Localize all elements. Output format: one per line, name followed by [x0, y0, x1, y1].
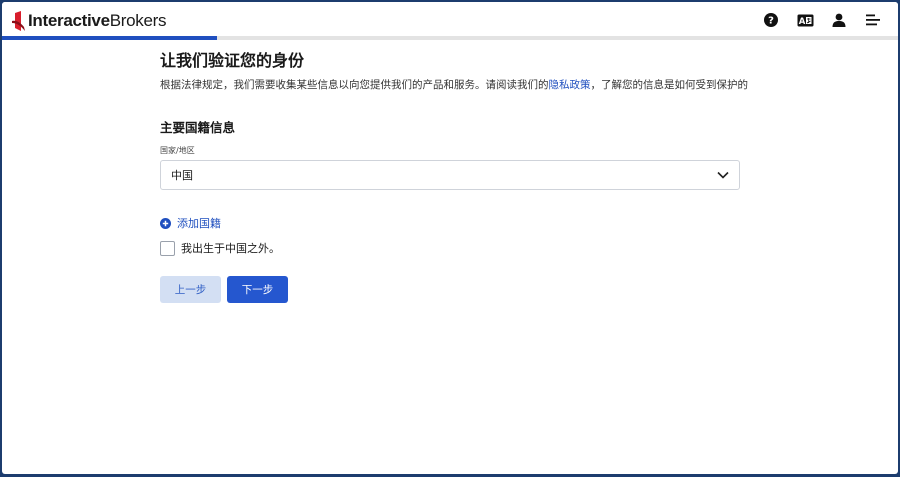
logo-text: InteractiveBrokers: [28, 11, 167, 30]
user-icon[interactable]: [830, 11, 848, 29]
section-title: 主要国籍信息: [160, 120, 236, 135]
language-icon[interactable]: A: [796, 11, 814, 29]
plus-circle-icon: [160, 217, 171, 229]
progress-bar: [2, 36, 898, 40]
form-actions: 上一步 下一步: [160, 276, 742, 303]
header-actions: ? A: [762, 11, 882, 29]
next-button[interactable]: 下一步: [227, 276, 288, 303]
page-title: 让我们验证您的身份: [160, 51, 305, 70]
intro-text: 根据法律规定，我们需要收集某些信息以向您提供我们的产品和服务。请阅读我们的隐私政…: [160, 77, 748, 93]
identity-form: 让我们验证您的身份 根据法律规定，我们需要收集某些信息以向您提供我们的产品和服务…: [160, 50, 748, 303]
born-outside-checkbox[interactable]: [160, 240, 175, 256]
header: InteractiveBrokers ? A: [2, 2, 898, 38]
app-frame: InteractiveBrokers ? A 让我们验证您的身份 根据法律规定，…: [2, 2, 898, 474]
progress-fill: [2, 36, 218, 40]
country-value: 中国: [171, 169, 193, 182]
chevron-down-icon: [717, 171, 729, 179]
add-nationality-link[interactable]: 添加国籍: [160, 216, 742, 230]
prev-button[interactable]: 上一步: [160, 276, 221, 303]
privacy-policy-link[interactable]: 隐私政策: [549, 79, 591, 91]
svg-text:?: ?: [768, 16, 774, 27]
help-icon[interactable]: ?: [762, 11, 780, 29]
intro-text-before: 根据法律规定，我们需要收集某些信息以向您提供我们的产品和服务。请阅读我们的: [160, 79, 549, 91]
logo-mark-icon: [12, 11, 25, 31]
country-label: 国家/地区: [160, 146, 195, 155]
logo[interactable]: InteractiveBrokers: [12, 10, 167, 32]
country-select[interactable]: 中国: [160, 160, 740, 190]
intro-text-after: ，了解您的信息是如何受到保护的: [590, 79, 749, 91]
menu-icon[interactable]: [864, 11, 882, 29]
born-outside-label[interactable]: 我出生于中国之外。: [181, 240, 280, 256]
born-outside-row: 我出生于中国之外。: [160, 240, 742, 256]
add-nationality-label: 添加国籍: [177, 217, 221, 230]
svg-text:A: A: [798, 17, 805, 27]
